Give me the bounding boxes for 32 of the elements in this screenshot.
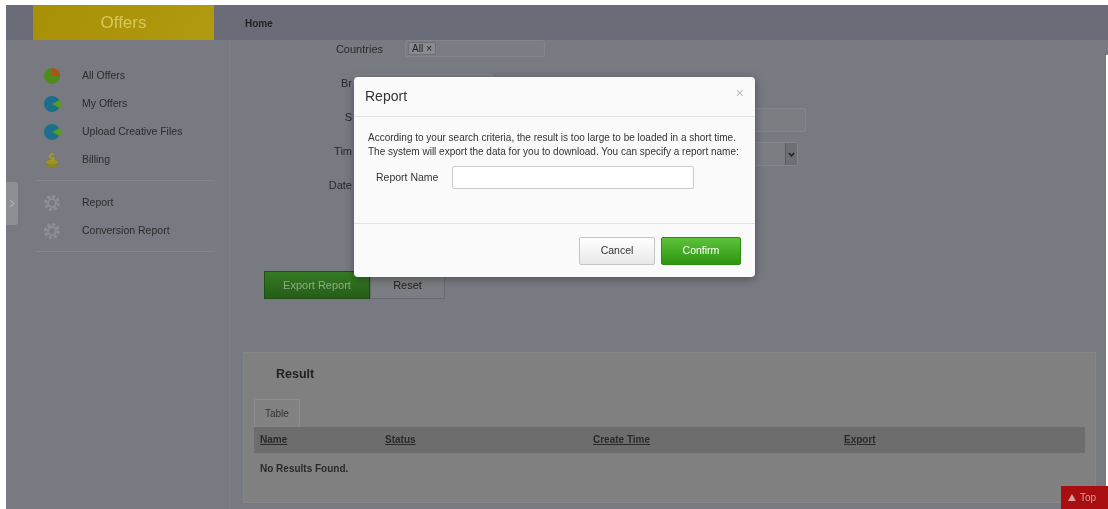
sidebar-item[interactable]: Conversion Report <box>82 223 170 239</box>
field-label: Br <box>340 76 353 91</box>
nav-link[interactable]: Home <box>245 5 273 40</box>
column-header[interactable]: Status <box>385 432 593 448</box>
sidebar-item[interactable]: Billing <box>82 152 110 168</box>
empty-message: No Results Found. <box>259 461 350 476</box>
export-report-button[interactable]: Export Report <box>264 271 370 299</box>
confirm-button[interactable]: Confirm <box>661 237 741 265</box>
field-label: S <box>343 110 353 125</box>
column-header[interactable]: Create Time <box>593 432 844 448</box>
panel-title: Result <box>276 366 316 383</box>
tag-label: All <box>412 43 424 54</box>
field-label: Countries <box>334 42 384 57</box>
remove-tag-button[interactable]: × <box>426 43 432 54</box>
column-header[interactable]: Export <box>844 432 1085 448</box>
message-text: According to your search criteria, the result is too large to be loaded in a short time. The system will export the data for you to download. You can specify a report name: <box>368 131 740 159</box>
tag-chip[interactable]: All × <box>408 42 436 55</box>
field-label: Report Name <box>376 169 440 185</box>
field-label: Date <box>327 178 353 193</box>
close-button[interactable]: × <box>735 85 744 100</box>
sidebar-item[interactable]: Upload Creative Files <box>82 124 183 140</box>
cancel-button[interactable]: Cancel <box>579 237 655 265</box>
field-label: Tim <box>333 144 353 159</box>
back-to-top-button[interactable]: Top <box>1061 486 1108 509</box>
logo[interactable]: Offers <box>33 5 214 40</box>
tag-field[interactable]: All × <box>405 40 545 57</box>
modal-title: Report <box>365 87 408 106</box>
column-header[interactable]: Name <box>260 432 385 448</box>
sidebar-item[interactable]: Report <box>82 195 114 211</box>
sidebar-item[interactable]: All Offers <box>82 68 125 84</box>
tab[interactable]: Table <box>254 398 300 427</box>
sidebar-item[interactable]: My Offers <box>82 96 128 112</box>
